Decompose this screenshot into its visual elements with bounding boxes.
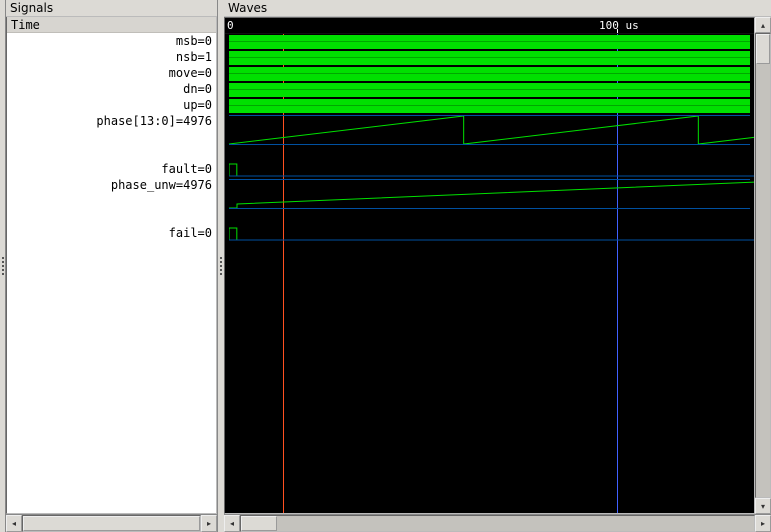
scroll-thumb[interactable] [241,516,277,531]
scroll-right-button[interactable]: ▸ [201,515,217,532]
signals-header: Signals [6,0,217,17]
wave-row [229,34,750,50]
waves-vscrollbar[interactable]: ▴ ▾ [755,17,771,514]
digital-wave [229,83,750,97]
pulse-wave [229,226,755,242]
signal-row[interactable]: msb=0 [7,33,216,49]
scroll-thumb-v[interactable] [756,34,770,64]
bus-outline [229,179,750,209]
scroll-track[interactable] [22,515,201,532]
scroll-track-v[interactable] [755,33,771,498]
time-tick-label: 100 us [599,19,639,32]
scroll-right-button[interactable]: ▸ [755,515,771,532]
time-tick-zero: 0 [227,19,234,32]
signal-row[interactable]: phase[13:0]=4976 [7,113,216,145]
signals-panel: Signals Time msb=0nsb=1move=0dn=0up=0pha… [6,0,218,532]
wave-canvas[interactable]: 0 100 us [224,17,755,514]
blank-row [7,209,216,225]
signal-row[interactable]: fail=0 [7,225,216,241]
signal-row[interactable]: up=0 [7,97,216,113]
bus-outline [229,115,750,145]
wave-row [229,82,750,98]
wave-row [229,98,750,114]
signal-row[interactable]: dn=0 [7,81,216,97]
signal-row[interactable]: move=0 [7,65,216,81]
digital-wave [229,99,750,113]
scroll-left-button[interactable]: ◂ [224,515,240,532]
signal-row[interactable]: phase_unw=4976 [7,177,216,209]
wave-area[interactable] [225,34,754,513]
scroll-thumb[interactable] [23,516,200,531]
wave-row [229,162,750,178]
wave-row [229,114,750,146]
waves-panel: Waves 0 100 us ▴ ▾ ◂ ▸ [224,0,771,532]
wave-row [229,178,750,210]
time-row[interactable]: Time [7,17,216,33]
waves-hscrollbar[interactable]: ◂ ▸ [224,514,771,532]
wave-row [229,226,750,242]
scroll-track[interactable] [240,515,755,532]
digital-wave [229,67,750,81]
wave-row [229,50,750,66]
scroll-down-button[interactable]: ▾ [755,498,771,514]
signal-row[interactable]: fault=0 [7,161,216,177]
scroll-left-button[interactable]: ◂ [6,515,22,532]
pulse-wave [229,162,755,178]
blank-row [7,145,216,161]
digital-wave [229,51,750,65]
time-tick-mark [617,29,618,33]
signal-row[interactable]: nsb=1 [7,49,216,65]
waves-header: Waves [224,0,771,17]
time-ruler[interactable]: 0 100 us [225,18,754,34]
signal-list[interactable]: Time msb=0nsb=1move=0dn=0up=0phase[13:0]… [6,17,217,514]
wave-row [229,66,750,82]
signals-hscrollbar[interactable]: ◂ ▸ [6,514,217,532]
digital-wave [229,35,750,49]
gutter-grip-icon [0,257,5,275]
scroll-up-button[interactable]: ▴ [755,17,771,33]
